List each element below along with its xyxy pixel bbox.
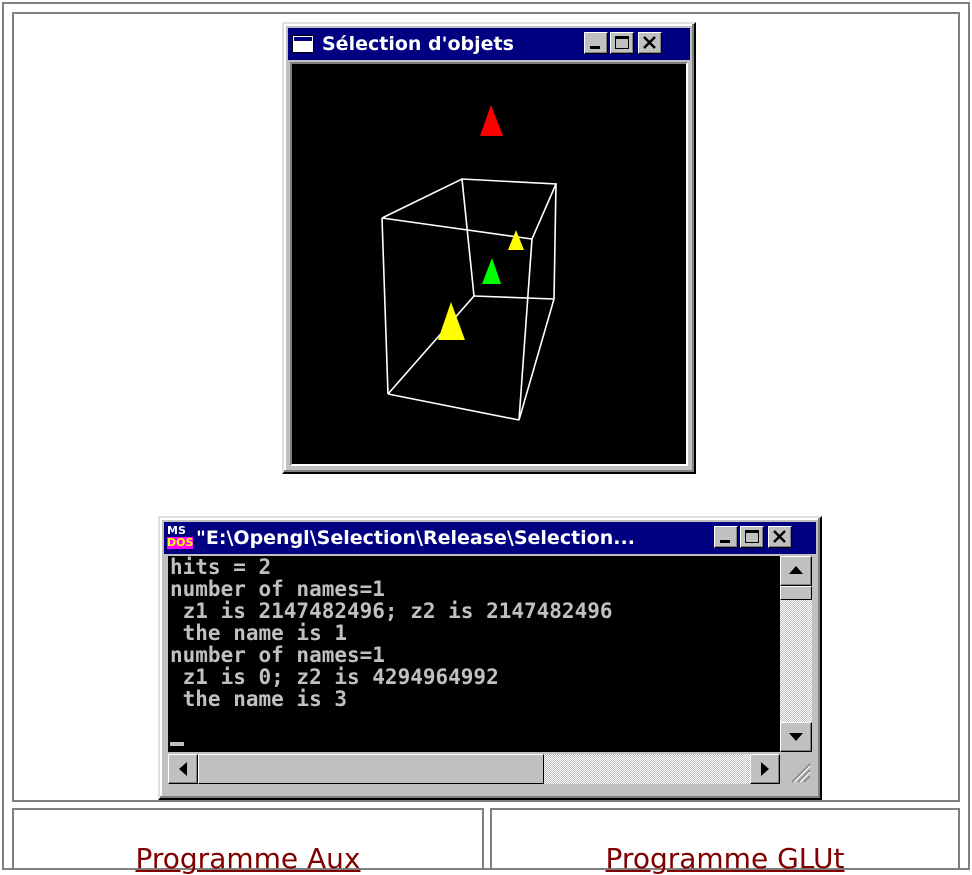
console-line: number of names=1 xyxy=(170,643,385,667)
scroll-right-button[interactable] xyxy=(750,754,780,784)
maximize-icon xyxy=(615,36,629,49)
console-titlebar[interactable]: MS DOS "E:\Opengl\Selection\Release\Sele… xyxy=(164,522,816,554)
gl-window: Sélection d'objets xyxy=(282,22,696,474)
console-cursor xyxy=(170,742,184,746)
arrow-up-icon xyxy=(789,566,803,574)
vertical-scroll-thumb[interactable] xyxy=(780,586,812,600)
console-line: hits = 2 xyxy=(170,555,272,579)
arrow-down-icon xyxy=(789,733,803,741)
close-button[interactable] xyxy=(638,32,662,54)
console-line: number of names=1 xyxy=(170,577,385,601)
horizontal-scroll-thumb[interactable] xyxy=(198,754,544,784)
cone-green[interactable] xyxy=(482,258,501,284)
gl-window-title: Sélection d'objets xyxy=(322,33,514,55)
cone-yellow-large[interactable] xyxy=(438,302,465,340)
programme-aux-link[interactable]: Programme Aux xyxy=(135,842,360,875)
close-icon xyxy=(643,36,656,49)
scene-svg xyxy=(381,105,558,421)
console-close-button[interactable] xyxy=(768,526,792,548)
link-cell-left: Programme Aux xyxy=(12,808,484,875)
console-maximize-button[interactable] xyxy=(740,526,764,548)
arrow-right-icon xyxy=(761,762,769,776)
resize-grip-icon xyxy=(791,763,811,783)
vertical-scrollbar[interactable] xyxy=(780,556,812,752)
gl-window-titlebar[interactable]: Sélection d'objets xyxy=(288,28,690,60)
resize-grip[interactable] xyxy=(780,754,812,784)
gl-viewport[interactable] xyxy=(290,62,688,466)
arrow-left-icon xyxy=(179,762,187,776)
scroll-left-button[interactable] xyxy=(168,754,198,784)
console-line: the name is 1 xyxy=(170,621,348,645)
maximize-button[interactable] xyxy=(610,32,634,54)
console-line: z1 is 0; z2 is 4294964992 xyxy=(170,665,499,689)
programme-glut-link[interactable]: Programme GLUt xyxy=(606,842,845,875)
console-minimize-button[interactable] xyxy=(714,526,738,548)
wireframe-cube xyxy=(381,178,558,421)
minimize-icon xyxy=(720,540,730,543)
cone-yellow-small[interactable] xyxy=(508,230,524,250)
console-output[interactable]: hits = 2 number of names=1 z1 is 2147482… xyxy=(168,556,780,752)
minimize-icon xyxy=(590,46,600,49)
maximize-icon xyxy=(745,530,759,543)
console-line: the name is 3 xyxy=(170,687,348,711)
ms-dos-icon: MS DOS xyxy=(167,524,194,549)
close-icon xyxy=(773,530,786,543)
console-title: "E:\Opengl\Selection\Release\Selection..… xyxy=(196,527,635,549)
link-cell-right: Programme GLUt xyxy=(490,808,960,875)
scroll-down-button[interactable] xyxy=(780,722,812,752)
scroll-up-button[interactable] xyxy=(780,556,812,586)
cone-red[interactable] xyxy=(480,105,503,136)
horizontal-scrollbar[interactable] xyxy=(168,754,780,784)
window-icon xyxy=(292,35,314,53)
minimize-button[interactable] xyxy=(584,32,608,54)
console-line: z1 is 2147482496; z2 is 2147482496 xyxy=(170,599,613,623)
vertical-scroll-track[interactable] xyxy=(780,586,812,722)
console-window: MS DOS "E:\Opengl\Selection\Release\Sele… xyxy=(158,516,822,800)
